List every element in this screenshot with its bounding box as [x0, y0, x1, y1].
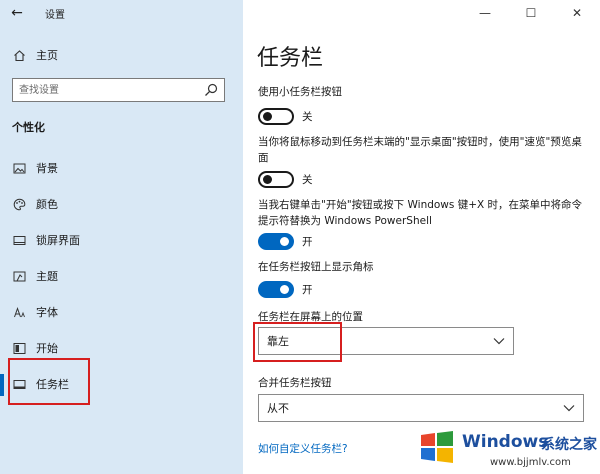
show-badges-toggle[interactable]: [258, 280, 294, 298]
minimize-button[interactable]: —: [462, 0, 508, 26]
chevron-down-icon: [555, 395, 583, 421]
chevron-down-icon: [485, 328, 513, 354]
minimize-icon: —: [479, 6, 491, 20]
watermark-brand-cn: 系统之家: [541, 437, 597, 453]
toggle-knob: [263, 174, 272, 184]
page-title: 任务栏: [257, 46, 324, 71]
toggle-state-text: 关: [302, 173, 313, 186]
toggle-knob: [263, 111, 272, 121]
app-title: 设置: [45, 10, 65, 21]
toggle-state-text: 开: [302, 283, 313, 296]
close-button[interactable]: ✕: [554, 0, 600, 26]
small-taskbar-buttons-toggle[interactable]: [258, 107, 294, 125]
setting-label: 在任务栏按钮上显示角标: [258, 261, 374, 273]
toggle-state-text: 关: [302, 110, 313, 123]
sidebar-item-label: 锁屏界面: [36, 234, 80, 247]
selection-indicator: [0, 374, 4, 396]
toggle-knob: [280, 236, 289, 246]
start-icon: [12, 341, 26, 355]
sidebar-item-colors[interactable]: 颜色: [12, 195, 58, 213]
sidebar-item-label: 开始: [36, 342, 58, 355]
setting-label: 使用小任务栏按钮: [258, 86, 342, 98]
back-arrow-icon: ←: [11, 5, 23, 21]
sidebar: ← 设置 主页 个性化 背景 颜色 锁屏界面: [0, 0, 243, 474]
toggle-knob: [280, 284, 289, 294]
customize-taskbar-link[interactable]: 如何自定义任务栏?: [258, 441, 348, 456]
setting-label: 合并任务栏按钮: [258, 377, 332, 389]
lock-screen-icon: [12, 233, 26, 247]
sidebar-item-start[interactable]: 开始: [12, 339, 58, 357]
peek-preview-toggle[interactable]: [258, 170, 294, 188]
sidebar-item-home[interactable]: 主页: [12, 46, 58, 64]
sidebar-item-themes[interactable]: 主题: [12, 267, 58, 285]
powershell-replace-toggle[interactable]: [258, 232, 294, 250]
sidebar-item-label: 字体: [36, 306, 58, 319]
back-button[interactable]: ←: [6, 3, 28, 23]
sidebar-item-label: 主页: [36, 49, 58, 62]
theme-icon: [12, 269, 26, 283]
sidebar-item-lock-screen[interactable]: 锁屏界面: [12, 231, 80, 249]
home-icon: [12, 48, 26, 62]
palette-icon: [12, 197, 26, 211]
search-box: [12, 78, 225, 102]
section-heading: 个性化: [12, 121, 45, 134]
picture-icon: [12, 161, 26, 175]
sidebar-item-fonts[interactable]: 字体: [12, 303, 58, 321]
setting-label: 当我右键单击"开始"按钮或按下 Windows 键+X 时，在菜单中将命令提示符…: [258, 199, 583, 227]
maximize-button[interactable]: ☐: [508, 0, 554, 26]
search-icon[interactable]: [203, 82, 219, 98]
setting-toggle-row: 关: [258, 170, 313, 188]
window-controls: — ☐ ✕: [462, 0, 600, 26]
toggle-state-text: 开: [302, 235, 313, 248]
watermark-brand: Windows: [462, 432, 549, 452]
setting-toggle-row: 关: [258, 107, 313, 125]
highlight-box: [8, 358, 90, 405]
setting-toggle-row: 开: [258, 280, 313, 298]
dropdown-value: 从不: [267, 402, 289, 415]
close-icon: ✕: [571, 6, 583, 20]
sidebar-item-label: 颜色: [36, 198, 58, 211]
search-input[interactable]: [13, 79, 198, 101]
windows-logo-icon: [421, 431, 453, 463]
sidebar-item-label: 主题: [36, 270, 58, 283]
font-icon: [12, 305, 26, 319]
setting-label: 当你将鼠标移动到任务栏末端的"显示桌面"按钮时，使用"速览"预览桌面: [258, 136, 582, 164]
watermark: Windows 系统之家 www.bjjmlv.com: [418, 425, 600, 474]
sidebar-item-label: 背景: [36, 162, 58, 175]
watermark-url: www.bjjmlv.com: [490, 457, 571, 468]
combine-buttons-dropdown[interactable]: 从不: [258, 394, 584, 422]
sidebar-item-background[interactable]: 背景: [12, 159, 58, 177]
maximize-icon: ☐: [525, 6, 537, 20]
highlight-box: [253, 322, 342, 362]
title-bar: ← 设置: [0, 0, 243, 28]
setting-toggle-row: 开: [258, 232, 313, 250]
